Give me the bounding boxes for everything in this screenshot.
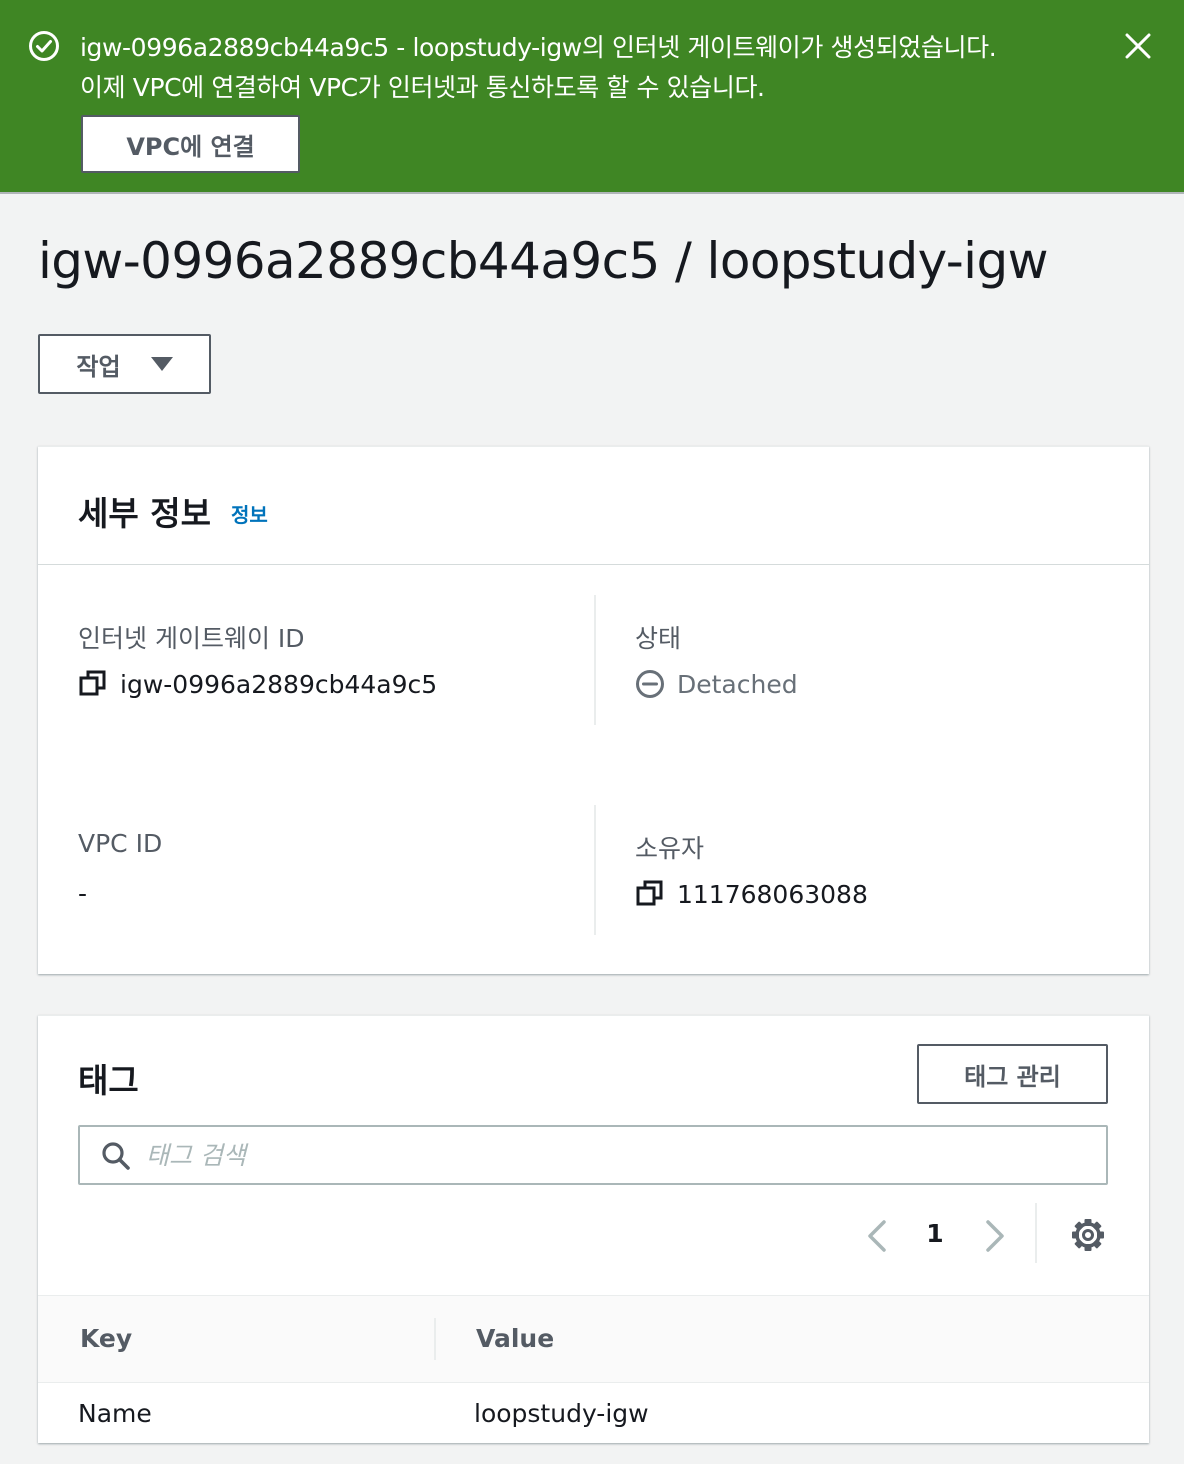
actions-label: 작업: [76, 352, 121, 381]
tag-key-cell: Name: [78, 1399, 152, 1428]
vpc-id-label: VPC ID: [78, 829, 163, 858]
table-row: Name loopstudy-igw: [38, 1383, 1149, 1443]
chevron-left-icon[interactable]: [862, 1216, 892, 1256]
copy-icon[interactable]: [78, 669, 108, 699]
gear-icon[interactable]: [1069, 1216, 1107, 1254]
search-icon: [102, 1142, 130, 1170]
tags-heading: 태그: [78, 1061, 139, 1100]
igw-id-value: igw-0996a2889cb44a9c5: [120, 669, 438, 699]
column-divider: [434, 1318, 436, 1360]
chevron-right-icon[interactable]: [980, 1216, 1010, 1256]
close-icon[interactable]: [1118, 26, 1158, 66]
state-value-row: Detached: [635, 669, 798, 699]
page-title: igw-0996a2889cb44a9c5 / loopstudy-igw: [38, 232, 1049, 290]
column-header-value[interactable]: Value: [476, 1324, 554, 1353]
actions-dropdown-button[interactable]: 작업: [38, 334, 211, 394]
column-divider: [594, 805, 596, 935]
details-heading: 세부 정보: [78, 494, 211, 533]
tags-panel: 태그 태그 관리 1 Key Value Name: [38, 1015, 1149, 1443]
owner-value: 111768063088: [677, 879, 868, 909]
details-header: 세부 정보 정보: [38, 447, 1149, 565]
pager-divider: [1035, 1203, 1037, 1263]
column-header-key[interactable]: Key: [80, 1324, 132, 1353]
manage-tags-button[interactable]: 태그 관리: [917, 1044, 1108, 1104]
copy-icon[interactable]: [635, 879, 665, 909]
state-value: Detached: [677, 669, 798, 699]
igw-id-value-row: igw-0996a2889cb44a9c5: [78, 669, 437, 699]
tag-search-input[interactable]: [146, 1135, 1086, 1175]
flash-message-line1: igw-0996a2889cb44a9c5 - loopstudy-igw의 인…: [80, 33, 997, 62]
owner-value-row: 111768063088: [635, 879, 868, 909]
tag-value-cell: loopstudy-igw: [474, 1399, 649, 1428]
tag-search-box: [78, 1125, 1108, 1185]
info-link[interactable]: 정보: [231, 499, 268, 528]
minus-circle-icon: [636, 670, 664, 698]
vpc-id-value: -: [78, 879, 88, 908]
flash-message-line2: 이제 VPC에 연결하여 VPC가 인터넷과 통신하도록 할 수 있습니다.: [80, 73, 765, 102]
tags-table-header: Key Value: [38, 1295, 1149, 1383]
owner-label: 소유자: [635, 834, 705, 863]
attach-to-vpc-button[interactable]: VPC에 연결: [81, 115, 300, 173]
column-divider: [594, 595, 596, 725]
caret-down-icon: [150, 357, 173, 371]
igw-id-label: 인터넷 게이트웨이 ID: [78, 624, 305, 653]
pagination-current-page[interactable]: 1: [918, 1219, 952, 1248]
success-flash-banner: igw-0996a2889cb44a9c5 - loopstudy-igw의 인…: [0, 0, 1184, 194]
state-label: 상태: [635, 624, 682, 653]
details-panel: 세부 정보 정보 인터넷 게이트웨이 ID igw-0996a2889cb44a…: [38, 446, 1149, 974]
check-circle-icon: [29, 31, 59, 61]
